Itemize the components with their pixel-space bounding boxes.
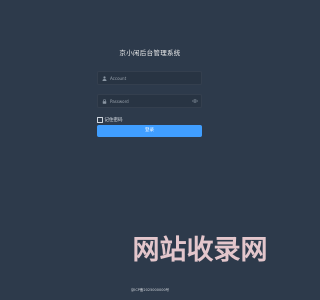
remember-password[interactable]: 记住密码: [97, 117, 123, 123]
login-button[interactable]: 登录: [97, 125, 202, 137]
eye-icon[interactable]: [192, 99, 198, 103]
username-input[interactable]: [110, 73, 190, 83]
watermark-text: 网站收录网: [133, 235, 268, 265]
username-field[interactable]: [97, 71, 202, 85]
remember-label: 记住密码: [104, 118, 123, 123]
footer-icp: 京ICP备2025000000号: [130, 288, 170, 292]
password-field[interactable]: [97, 94, 202, 108]
remember-checkbox[interactable]: [97, 117, 103, 123]
watermark-logo: 网站收录网: [133, 235, 268, 265]
page-title: 京小闲后台管理系统: [119, 49, 181, 57]
password-input[interactable]: [110, 96, 190, 106]
lock-icon: [102, 99, 107, 104]
user-icon: [102, 76, 107, 81]
